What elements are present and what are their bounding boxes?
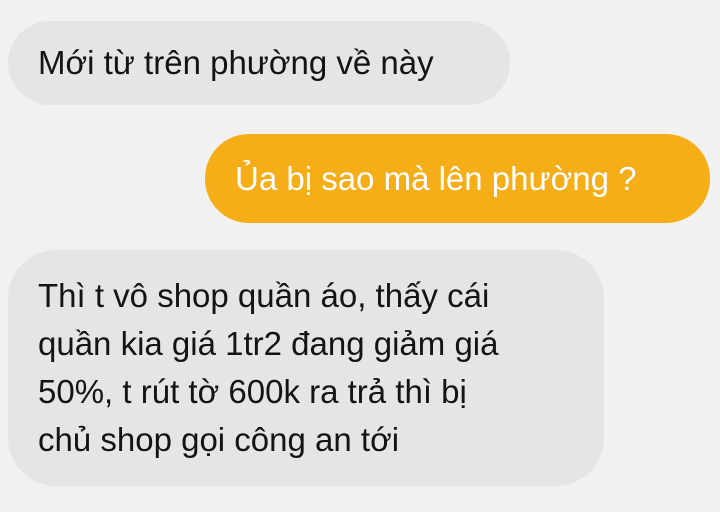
outgoing-message-bubble[interactable]: Ủa bị sao mà lên phường ? (205, 134, 710, 223)
chat-thread: Mới từ trên phường về này Ủa bị sao mà l… (0, 0, 720, 512)
incoming-message-bubble[interactable]: Thì t vô shop quần áo, thấy cái quần kia… (8, 250, 604, 486)
incoming-message-bubble[interactable]: Mới từ trên phường về này (8, 21, 510, 105)
